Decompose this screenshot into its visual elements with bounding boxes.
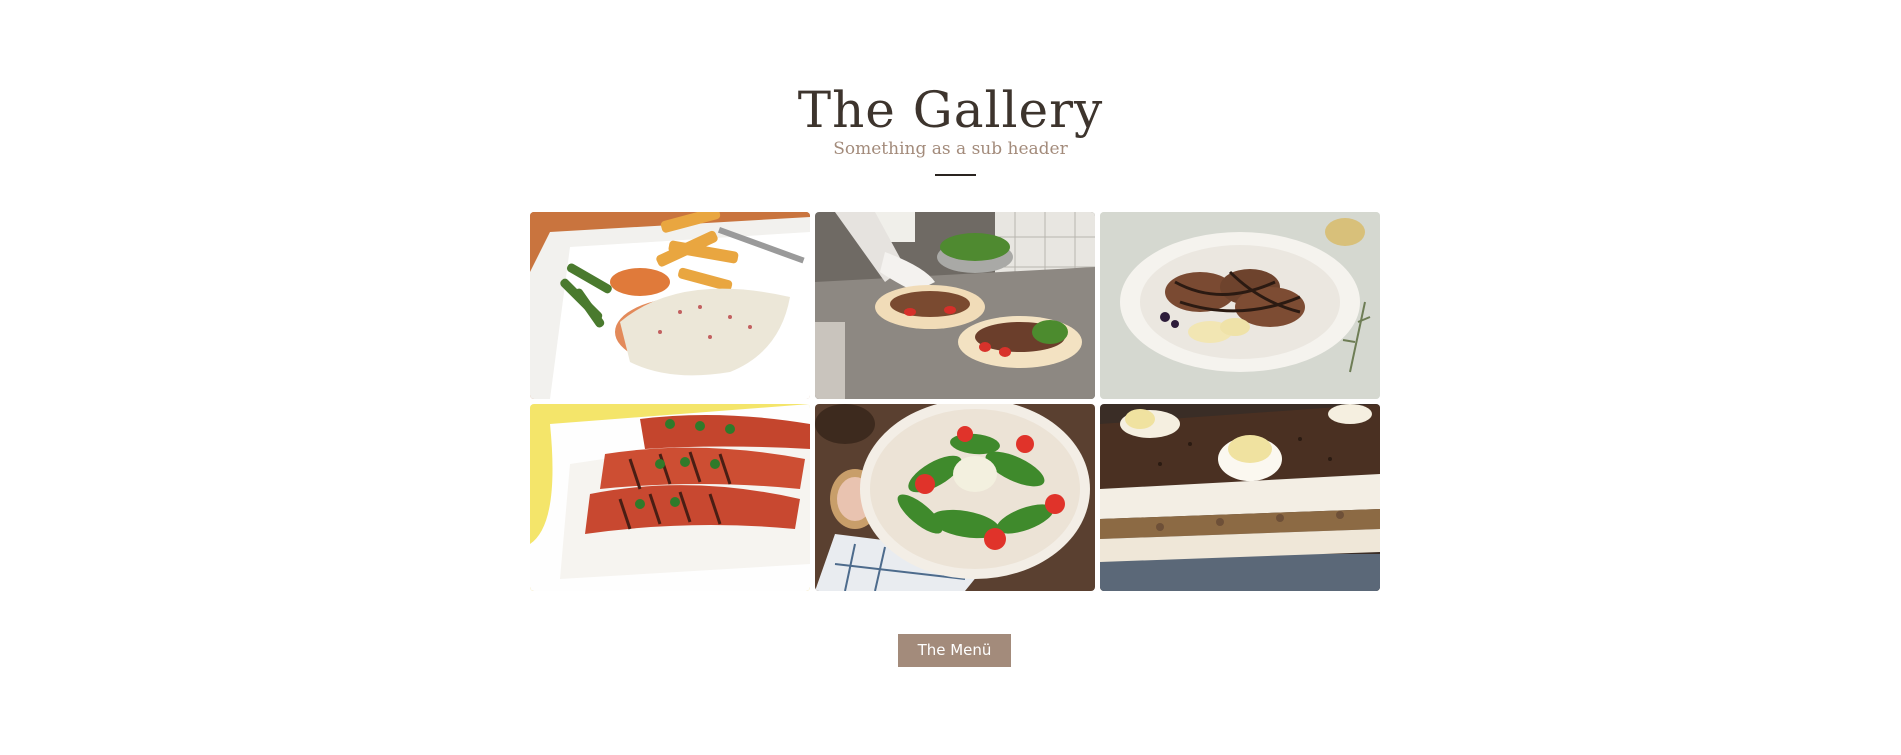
salad-image xyxy=(815,404,1095,591)
gallery-title: The Gallery xyxy=(797,81,1104,139)
salmon-dish-image xyxy=(530,212,810,399)
menu-button[interactable]: The Menü xyxy=(898,634,1011,667)
pancakes-image xyxy=(1100,212,1380,399)
gallery-image-tiramisu[interactable] xyxy=(1100,404,1380,591)
title-divider xyxy=(935,174,976,176)
gallery-image-chef-wraps[interactable] xyxy=(815,212,1095,399)
chef-wraps-image xyxy=(815,212,1095,399)
grilled-chicken-image xyxy=(530,404,810,591)
gallery-image-salad[interactable] xyxy=(815,404,1095,591)
gallery-subtitle: Something as a sub header xyxy=(833,139,1068,159)
gallery-image-pancakes[interactable] xyxy=(1100,212,1380,399)
gallery-image-salmon[interactable] xyxy=(530,212,810,399)
tiramisu-image xyxy=(1100,404,1380,591)
gallery-grid xyxy=(530,212,1380,591)
gallery-image-grilled-chicken[interactable] xyxy=(530,404,810,591)
